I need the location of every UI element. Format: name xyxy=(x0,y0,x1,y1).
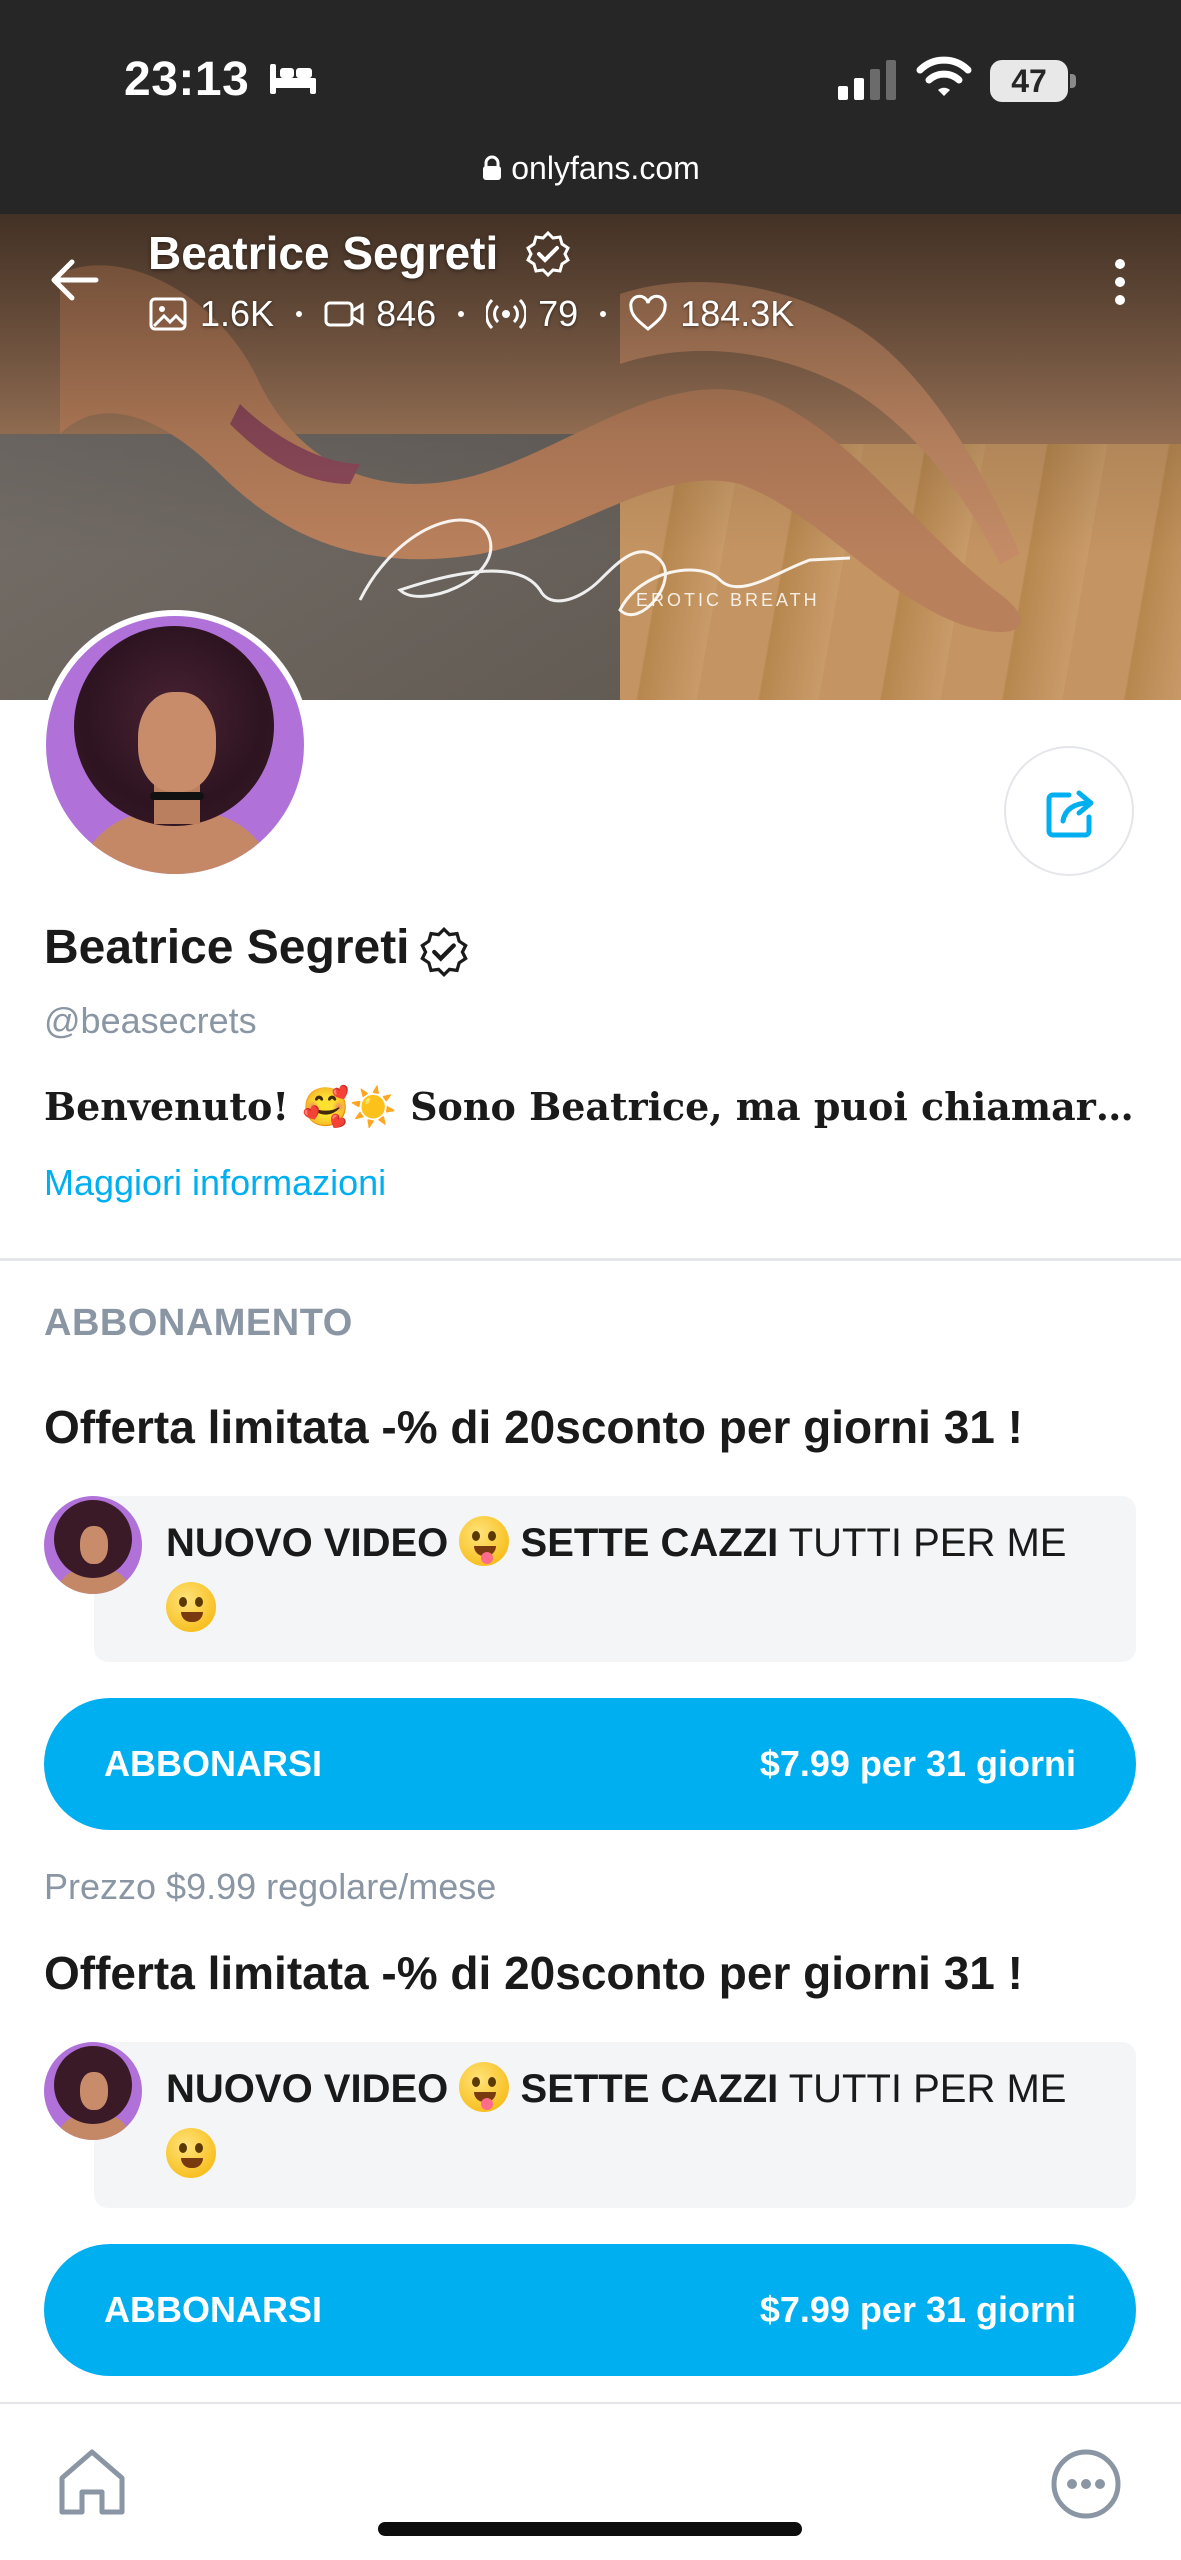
share-button[interactable] xyxy=(1004,746,1134,876)
subscribe-button[interactable]: ABBONARSI $7.99 per 31 giorni xyxy=(44,1698,1136,1830)
lock-icon xyxy=(483,155,502,180)
message-bold-2: SETTE CAZZI xyxy=(520,1521,779,1565)
message-avatar xyxy=(44,1496,142,1594)
verified-icon xyxy=(420,926,468,978)
home-indicator xyxy=(378,2522,802,2536)
stat-likes: 184.3K xyxy=(628,293,794,335)
offer-message: NUOVO VIDEO SETTE CAZZI TUTTI PER ME xyxy=(166,1510,1096,1642)
subscribe-button[interactable]: ABBONARSI $7.99 per 31 giorni xyxy=(44,2244,1136,2376)
stat-photos-count: 1.6K xyxy=(200,293,275,334)
subscribe-label: ABBONARSI xyxy=(104,1743,323,1784)
share-icon xyxy=(1046,790,1094,838)
url-text: onlyfans.com xyxy=(511,150,700,186)
divider xyxy=(0,1258,1181,1261)
signal-icon xyxy=(838,60,896,100)
verified-icon xyxy=(526,230,570,278)
status-time: 23:13 xyxy=(124,53,250,106)
zany-face-emoji xyxy=(459,2062,510,2112)
watermark-subtitle: EROTIC BREATH xyxy=(636,590,820,610)
stat-streams: 79 xyxy=(486,293,578,335)
drooling-face-emoji xyxy=(166,1582,216,1632)
profile-name: Beatrice Segreti xyxy=(44,921,410,974)
status-bar: 23:13 47 onlyfans.com xyxy=(0,0,1181,214)
zany-face-emoji xyxy=(459,1516,510,1566)
stat-videos-count: 846 xyxy=(376,293,437,334)
stat-separator xyxy=(600,311,607,317)
home-icon[interactable] xyxy=(54,2444,130,2520)
video-icon xyxy=(324,301,364,327)
message-rest: TUTTI PER ME xyxy=(788,2067,1067,2111)
subscribe-label: ABBONARSI xyxy=(104,2289,323,2330)
watermark-logo xyxy=(358,518,851,617)
stat-streams-count: 79 xyxy=(538,293,579,334)
bed-icon xyxy=(270,64,316,94)
avatar[interactable] xyxy=(40,610,310,880)
profile-handle: @beasecrets xyxy=(44,1000,257,1041)
stat-likes-count: 184.3K xyxy=(680,293,795,334)
image-icon xyxy=(149,297,187,331)
cover-name: Beatrice Segreti xyxy=(148,227,499,279)
message-bold-1: NUOVO VIDEO xyxy=(166,1521,449,1565)
more-info-link[interactable]: Maggiori informazioni xyxy=(44,1162,386,1204)
offer-message: NUOVO VIDEO SETTE CAZZI TUTTI PER ME xyxy=(166,2056,1096,2188)
cover-stats: 1.6K 846 79 184.3K xyxy=(148,292,794,336)
wifi-icon xyxy=(916,56,972,96)
url-bar[interactable]: onlyfans.com xyxy=(0,150,1181,194)
subscribe-price: $7.99 per 31 giorni xyxy=(759,2289,1076,2330)
profile-bio: Benvenuto! 🥰☀️ Sono Beatrice, ma puoi ch… xyxy=(44,1084,1144,1129)
battery-level: 47 xyxy=(1011,63,1047,99)
more-options-icon[interactable] xyxy=(1050,2448,1122,2520)
subscription-section-title: ABBONAMENTO xyxy=(44,1302,353,1344)
stat-separator xyxy=(296,311,303,317)
stat-separator xyxy=(458,311,465,317)
stat-videos: 846 xyxy=(324,293,436,335)
bottom-nav xyxy=(0,2402,1181,2560)
regular-price: Prezzo $9.99 regolare/mese xyxy=(44,1866,497,1907)
offer-title: Offerta limitata -% di 20sconto per gior… xyxy=(44,1401,1023,1453)
avatar-photo xyxy=(46,616,304,874)
message-avatar xyxy=(44,2042,142,2140)
more-vertical-icon[interactable] xyxy=(1108,256,1132,308)
battery-nub xyxy=(1070,74,1076,88)
message-bold-1: NUOVO VIDEO xyxy=(166,2067,449,2111)
broadcast-icon xyxy=(486,298,527,330)
drooling-face-emoji xyxy=(166,2128,216,2178)
subscribe-price: $7.99 per 31 giorni xyxy=(759,1743,1076,1784)
battery-indicator: 47 xyxy=(990,60,1076,102)
back-arrow-icon[interactable] xyxy=(48,254,100,306)
message-rest: TUTTI PER ME xyxy=(788,1521,1067,1565)
offer-title: Offerta limitata -% di 20sconto per gior… xyxy=(44,1947,1023,1999)
heart-icon xyxy=(629,294,667,331)
stat-photos: 1.6K xyxy=(148,293,274,335)
message-bold-2: SETTE CAZZI xyxy=(520,2067,779,2111)
